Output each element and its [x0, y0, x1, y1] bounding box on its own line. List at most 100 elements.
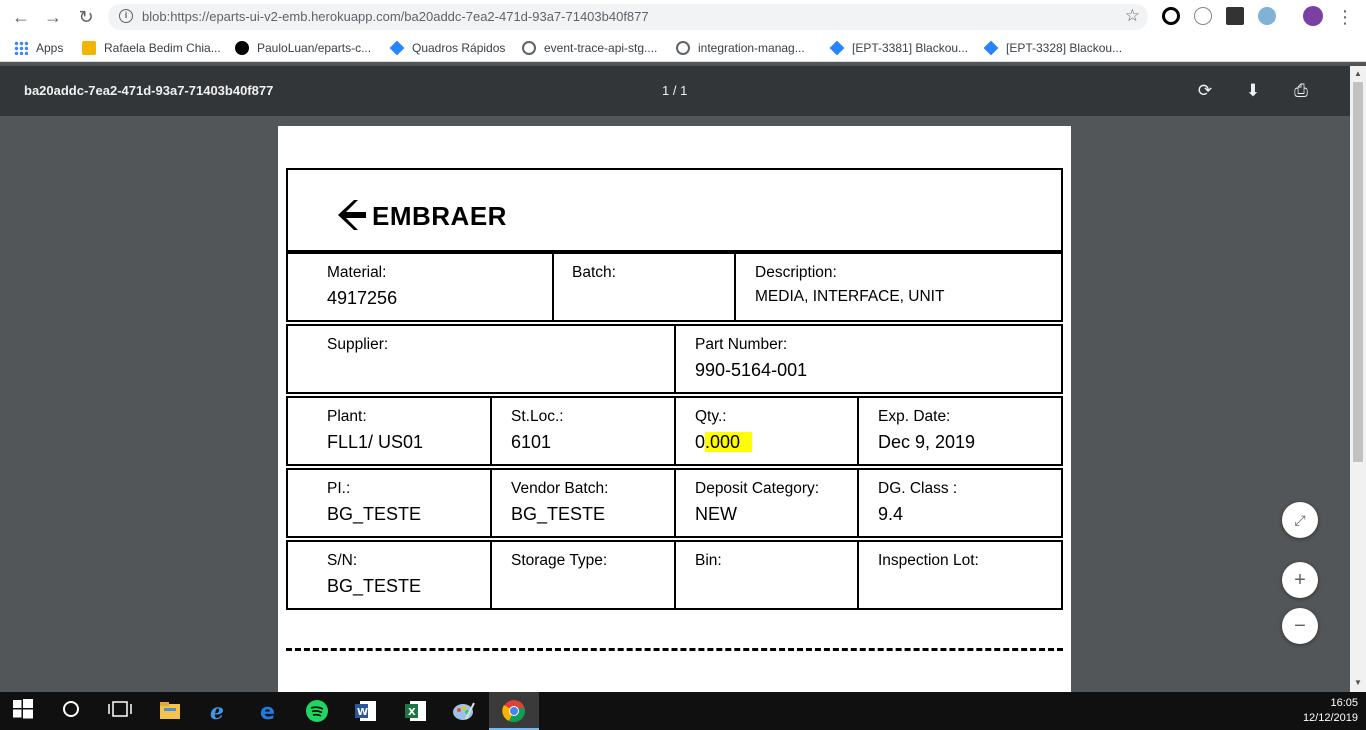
info-icon[interactable]: i [119, 9, 133, 23]
paint-icon[interactable] [452, 699, 476, 723]
inspection-lot-label: Inspection Lot: [878, 552, 979, 569]
qty-value-highlight: .000 [705, 432, 753, 452]
bookmark-event-trace[interactable]: event-trace-api-stg.... [522, 39, 657, 57]
file-explorer-icon[interactable] [158, 699, 182, 723]
divider [734, 254, 736, 320]
extension-code-icon[interactable] [1194, 7, 1212, 25]
browser-menu-icon[interactable]: ⋮ [1333, 5, 1357, 29]
word-icon[interactable]: W [354, 699, 378, 723]
extension-circle-icon[interactable] [1162, 7, 1180, 25]
bookmark-label: [EPT-3328] Blackou... [1006, 41, 1123, 55]
divider [674, 542, 676, 608]
pi-label: PI.: [327, 480, 351, 497]
qty-value-prefix: 0 [695, 432, 706, 452]
stloc-value: 6101 [511, 432, 552, 452]
apps-grid-icon [14, 41, 28, 55]
vendor-batch-label: Vendor Batch: [511, 480, 609, 497]
divider [674, 470, 676, 536]
material-row: Material: 4917256 Batch: Description: ME… [286, 252, 1063, 322]
supplier-row: Supplier: Part Number: 990-5164-001 [286, 324, 1063, 394]
zoom-in-icon[interactable]: + [1282, 562, 1318, 598]
pi-value: BG_TESTE [327, 504, 422, 524]
supplier-label: Supplier: [327, 336, 389, 353]
divider [674, 398, 676, 464]
internet-explorer-icon[interactable]: e [207, 699, 231, 725]
extension-badge-icon[interactable] [1258, 7, 1276, 25]
bookmark-rafaela[interactable]: Rafaela Bedim Chia... [82, 39, 221, 57]
dg-class-label: DG. Class : [878, 480, 958, 497]
edge-icon[interactable]: e [257, 699, 281, 725]
pi-row: PI.: BG_TESTE Vendor Batch: BG_TESTE Dep… [286, 468, 1063, 538]
dg-class-value: 9.4 [878, 504, 904, 524]
material-value: 4917256 [327, 288, 398, 308]
divider [857, 470, 859, 536]
batch-label: Batch: [572, 264, 616, 281]
divider [490, 542, 492, 608]
fit-page-icon[interactable]: ⤢ [1282, 502, 1318, 538]
bookmark-label: PauloLuan/eparts-c... [257, 41, 372, 55]
clock-date: 12/12/2019 [1302, 712, 1358, 724]
task-view-icon[interactable] [108, 699, 132, 723]
bookmark-ept-3328[interactable]: [EPT-3328] Blackou... [983, 39, 1123, 57]
embraer-logo-icon [338, 200, 366, 230]
svg-text:X: X [408, 707, 416, 718]
chrome-icon [502, 700, 525, 723]
rotate-icon[interactable]: ⟳ [1193, 79, 1217, 103]
bookmark-ept-3381[interactable]: [EPT-3381] Blackou... [829, 39, 968, 57]
scroll-up-icon[interactable]: ▲ [1354, 69, 1362, 78]
search-icon[interactable] [61, 699, 85, 723]
zoom-out-icon[interactable]: − [1282, 608, 1318, 644]
description-value: MEDIA, INTERFACE, UNIT [755, 288, 945, 305]
storage-type-label: Storage Type: [511, 552, 608, 569]
divider [490, 398, 492, 464]
divider [857, 398, 859, 464]
deposit-category-label: Deposit Category: [695, 480, 820, 497]
page-indicator: 1 / 1 [662, 83, 688, 98]
excel-icon[interactable]: X [404, 699, 428, 723]
extension-selenium-icon[interactable] [1226, 7, 1244, 25]
windows-start-icon[interactable] [13, 699, 37, 723]
bookmark-star-icon[interactable]: ☆ [1125, 6, 1140, 26]
divider [490, 470, 492, 536]
part-number-value: 990-5164-001 [695, 360, 808, 380]
back-icon[interactable]: ← [9, 5, 33, 29]
scroll-down-icon[interactable]: ▼ [1354, 678, 1362, 687]
chrome-taskbar-button[interactable] [489, 692, 539, 730]
bookmark-apps[interactable]: Apps [14, 39, 63, 57]
globe-icon [522, 41, 536, 55]
url-text[interactable]: blob:https://eparts-ui-v2-emb.herokuapp.… [142, 9, 649, 24]
bookmark-label: event-trace-api-stg.... [544, 41, 658, 55]
clock-time: 16:05 [1330, 697, 1358, 709]
pdf-page: EMBRAER Material: 4917256 Batch: Descrip… [278, 126, 1071, 692]
scrollbar-thumb[interactable] [1353, 82, 1363, 462]
deposit-category-value: NEW [695, 504, 737, 524]
print-icon[interactable]: ⎙ [1289, 79, 1313, 103]
address-bar[interactable]: i blob:https://eparts-ui-v2-emb.herokuap… [108, 4, 1148, 30]
download-icon[interactable]: ⬇ [1241, 79, 1265, 103]
description-label: Description: [755, 264, 837, 281]
bookmark-github[interactable]: PauloLuan/eparts-c... [235, 39, 371, 57]
sn-label: S/N: [327, 552, 358, 569]
pdf-title: ba20addc-7ea2-471d-93a7-71403b40f877 [24, 83, 274, 98]
pdf-viewer: EMBRAER Material: 4917256 Batch: Descrip… [0, 116, 1350, 692]
material-label: Material: [327, 264, 387, 281]
exp-date-value: Dec 9, 2019 [878, 432, 976, 452]
bookmark-favicon [82, 41, 96, 55]
bookmark-label: integration-manag... [698, 41, 805, 55]
bookmark-label: Quadros Rápidos [412, 41, 506, 55]
bookmark-label: Apps [36, 41, 64, 55]
viewer-scrollbar[interactable]: ▲ ▼ [1350, 66, 1366, 692]
forward-icon[interactable]: → [41, 5, 65, 29]
profile-avatar[interactable] [1303, 6, 1323, 26]
spotify-icon[interactable] [305, 699, 329, 723]
sn-row: S/N: BG_TESTE Storage Type: Bin: Inspect… [286, 540, 1063, 610]
system-clock[interactable]: 16:05 12/12/2019 [1303, 696, 1358, 726]
bookmark-integration[interactable]: integration-manag... [676, 39, 805, 57]
divider [857, 542, 859, 608]
bookmark-label: Rafaela Bedim Chia... [104, 41, 221, 55]
bookmark-quadros[interactable]: Quadros Rápidos [389, 39, 506, 57]
reload-icon[interactable]: ↻ [74, 5, 98, 29]
stloc-label: St.Loc.: [511, 408, 564, 425]
divider [552, 254, 554, 320]
embraer-wordmark: EMBRAER [372, 201, 507, 231]
